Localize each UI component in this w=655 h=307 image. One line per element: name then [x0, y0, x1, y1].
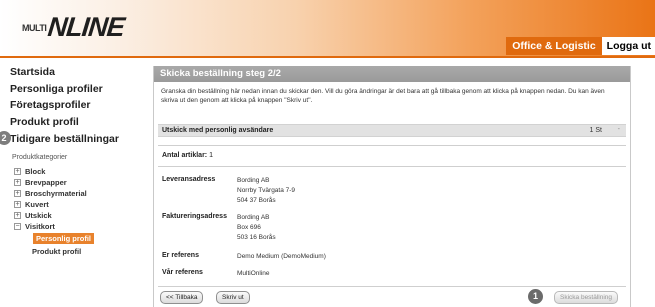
- logo-big-text: NLINE: [46, 12, 126, 42]
- divider: [158, 286, 626, 287]
- intro-text: Granska din beställning här nedan innan …: [161, 88, 605, 104]
- invoice-address: Bording AB Box 696 503 16 Borås: [237, 213, 276, 243]
- tree-item-label: Block: [25, 167, 46, 176]
- category-heading: Produktkategorier: [12, 154, 68, 161]
- header-bar: MULTI NLINE Office & Logistic Logga ut: [0, 0, 655, 56]
- invoice-line: 503 16 Borås: [237, 234, 276, 241]
- nav-office-logistic[interactable]: Office & Logistic: [506, 37, 602, 55]
- send-order-button[interactable]: Skicka beställning: [554, 291, 619, 304]
- delivery-address-label: Leveransadress: [162, 176, 216, 183]
- expand-icon[interactable]: +: [14, 212, 21, 219]
- tree-item-broschyrmaterial[interactable]: + Broschyrmaterial: [14, 189, 87, 198]
- expand-icon[interactable]: +: [14, 179, 21, 186]
- delivery-line: 504 37 Borås: [237, 197, 276, 204]
- tree-item-utskick[interactable]: + Utskick: [14, 211, 52, 220]
- invoice-address-label: Faktureringsadress: [162, 213, 227, 220]
- our-reference-label: Vår referens: [162, 269, 203, 276]
- sub-item-personlig-profil[interactable]: Personlig profil: [33, 233, 95, 244]
- our-reference-value: MultiOnline: [237, 270, 270, 277]
- sidebar-item-foretagsprofiler[interactable]: Företagsprofiler: [10, 99, 91, 111]
- article-count-value: 1: [209, 152, 213, 159]
- logout-link[interactable]: Logga ut: [601, 37, 655, 55]
- divider: [158, 145, 626, 146]
- article-count-label: Antal artiklar:: [162, 152, 208, 159]
- tree-item-label: Kuvert: [25, 200, 49, 209]
- shipment-row: Utskick med personlig avsändare 1 St -: [158, 124, 626, 137]
- your-reference-value: Demo Medium (DemoMedium): [237, 253, 326, 260]
- tree-item-label: Utskick: [25, 211, 52, 220]
- invoice-line: Box 696: [237, 224, 261, 231]
- delivery-line: Norrby Tvärgata 7-9: [237, 187, 296, 194]
- shipment-label: Utskick med personlig avsändare: [162, 127, 274, 134]
- sub-item-produkt-profil[interactable]: Produkt profil: [32, 247, 81, 256]
- page-title: Skicka beställning steg 2/2: [154, 66, 630, 82]
- order-review-panel: Skicka beställning steg 2/2 Granska din …: [153, 66, 631, 307]
- tree-item-kuvert[interactable]: + Kuvert: [14, 200, 49, 209]
- header-divider: [0, 56, 655, 58]
- article-count: Antal artiklar: 1: [162, 152, 213, 159]
- tree-item-label: Brevpapper: [25, 178, 67, 187]
- sidebar-item-produkt-profil[interactable]: Produkt profil: [10, 116, 79, 128]
- back-button[interactable]: << Tillbaka: [160, 291, 204, 304]
- expand-icon[interactable]: +: [14, 201, 21, 208]
- remove-icon[interactable]: -: [618, 126, 620, 133]
- invoice-line: Bording AB: [237, 214, 270, 221]
- tree-item-visitkort[interactable]: − Visitkort: [14, 222, 55, 231]
- tree-item-block[interactable]: + Block: [14, 167, 45, 176]
- sidebar-item-personliga-profiler[interactable]: Personliga profiler: [10, 83, 103, 95]
- header-nav: Office & Logistic Logga ut: [506, 37, 655, 55]
- sidebar-item-tidigare-bestallningar[interactable]: Tidigare beställningar: [10, 133, 119, 145]
- print-button[interactable]: Skriv ut: [216, 291, 250, 304]
- tree-item-label: Visitkort: [25, 222, 55, 231]
- tree-item-brevpapper[interactable]: + Brevpapper: [14, 178, 67, 187]
- expand-icon[interactable]: +: [14, 168, 21, 175]
- shipment-quantity: 1 St: [589, 127, 602, 134]
- divider: [158, 166, 626, 167]
- delivery-line: Bording AB: [237, 177, 270, 184]
- multionline-logo[interactable]: MULTI NLINE: [22, 8, 126, 42]
- tree-item-label: Broschyrmaterial: [25, 189, 87, 198]
- your-reference-label: Er referens: [162, 252, 199, 259]
- collapse-icon[interactable]: −: [14, 223, 21, 230]
- logo-small-text: MULTI: [22, 23, 47, 33]
- sidebar-item-startsida[interactable]: Startsida: [10, 66, 55, 78]
- expand-icon[interactable]: +: [14, 190, 21, 197]
- delivery-address: Bording AB Norrby Tvärgata 7-9 504 37 Bo…: [237, 176, 295, 206]
- step-badge-1: 1: [528, 289, 543, 304]
